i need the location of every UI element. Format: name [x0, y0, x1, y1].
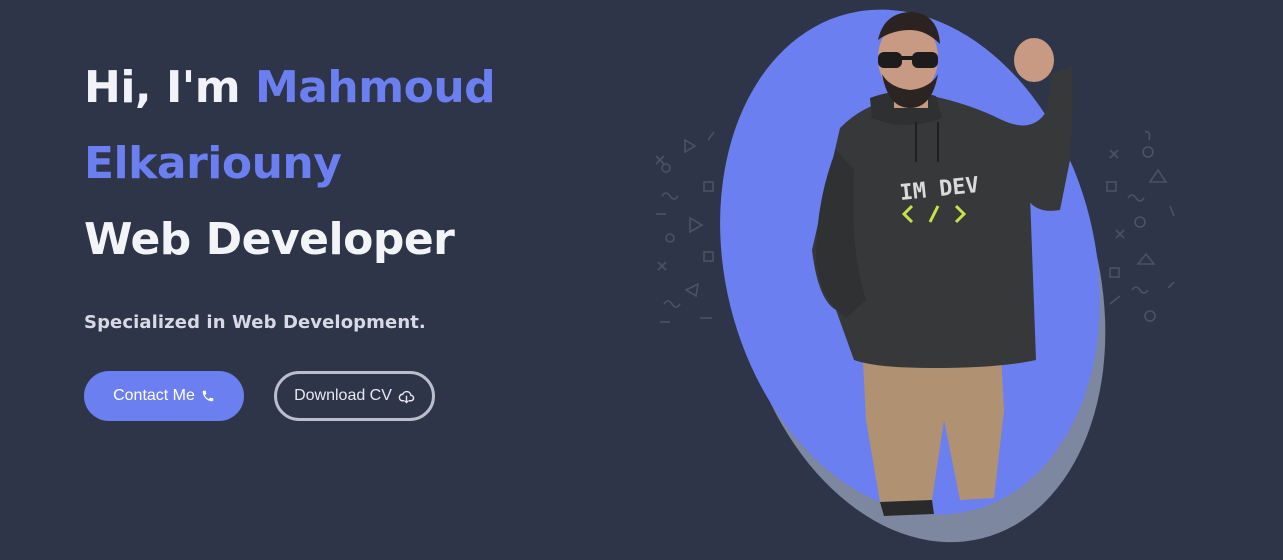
cloud-download-icon	[398, 389, 415, 404]
role-title: Web Developer	[84, 214, 455, 265]
greeting-line: Hi, I'm Mahmoud	[84, 50, 644, 126]
name-last: Elkariouny	[84, 138, 342, 189]
download-cv-label: Download CV	[294, 387, 392, 404]
name-first: Mahmoud	[254, 62, 496, 113]
contact-me-label: Contact Me	[113, 387, 195, 404]
subtitle: Specialized in Web Development.	[84, 312, 426, 333]
cta-buttons: Contact Me Download CV	[84, 371, 644, 421]
contact-me-button[interactable]: Contact Me	[84, 371, 244, 421]
download-cv-button[interactable]: Download CV	[274, 371, 435, 421]
hero-text: Hi, I'm Mahmoud Elkariouny Web Developer…	[84, 50, 644, 421]
hero-illustration: IM DEV	[640, 0, 1200, 560]
hero-section: Hi, I'm Mahmoud Elkariouny Web Developer…	[0, 0, 1283, 560]
phone-icon	[201, 389, 215, 403]
portrait-graphic: IM DEV	[655, 9, 1175, 543]
greeting-prefix: Hi, I'm	[84, 62, 255, 113]
